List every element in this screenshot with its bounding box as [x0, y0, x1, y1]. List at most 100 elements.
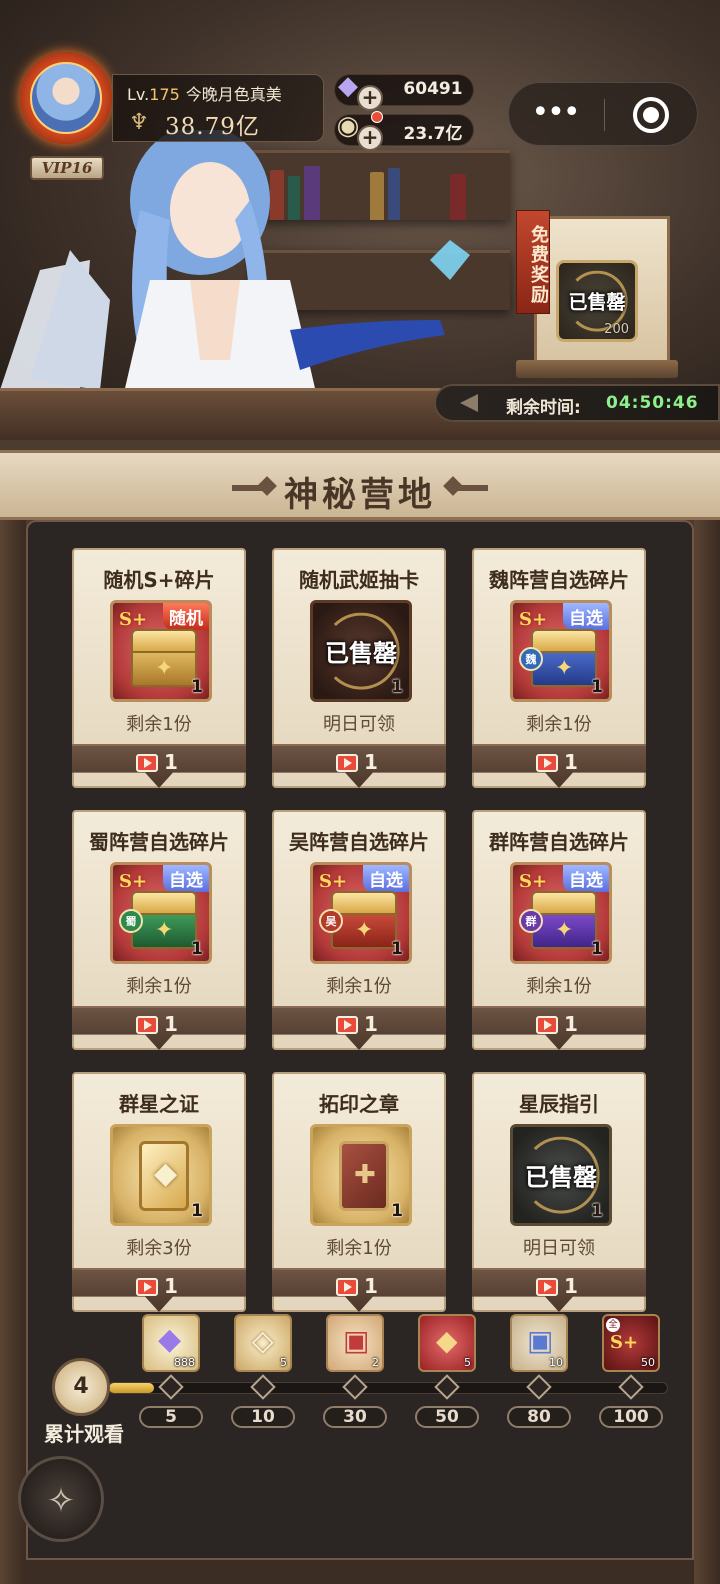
right-pillar: [694, 460, 720, 1584]
video-icon: [536, 1016, 558, 1034]
ad-cost: 1: [164, 1012, 178, 1036]
item-slot: S+ 自选 蜀 1: [110, 862, 212, 964]
watch-ad-button[interactable]: 1: [472, 1006, 646, 1050]
watch-ad-button[interactable]: 1: [72, 1268, 246, 1312]
item-quantity: 1: [591, 939, 603, 959]
close-miniprogram-icon[interactable]: [633, 97, 669, 133]
card-title: 魏阵营自选碎片: [489, 568, 629, 592]
milestone-reward-crystal-card-icon[interactable]: 5: [234, 1314, 292, 1372]
splus-mark: S+: [119, 871, 148, 892]
card-status: 明日可领: [323, 714, 395, 735]
splus-mark: S+: [319, 871, 348, 892]
card-title: 群阵营自选碎片: [489, 830, 629, 854]
compass-icon: ✧: [46, 1481, 76, 1521]
item-ribbon: 自选: [163, 865, 209, 892]
free-reward-item: 已售罄 200: [556, 260, 638, 342]
gems-value: 60491: [403, 79, 463, 99]
shop-card[interactable]: 群星之证 1 剩余3份 1: [72, 1072, 246, 1312]
power-icon: ♆: [129, 110, 149, 135]
shop-card[interactable]: 蜀阵营自选碎片 S+ 自选 蜀 1 剩余1份 1: [72, 810, 246, 1050]
player-avatar[interactable]: [20, 52, 112, 144]
watch-ad-button[interactable]: 1: [72, 744, 246, 788]
watch-ad-button[interactable]: 1: [272, 1006, 446, 1050]
item-slot: S+ 自选 群 1: [510, 862, 612, 964]
watch-progress: 888 5 2 5 10 全 50 5 10 30 50 80 100: [28, 1314, 696, 1434]
card-status: 明日可领: [523, 1238, 595, 1259]
milestone-label: 100: [599, 1406, 663, 1428]
milestone-reward-diamond-icon[interactable]: 888: [142, 1314, 200, 1372]
more-icon[interactable]: •••: [529, 95, 581, 135]
free-reward[interactable]: 免费奖励 已售罄 200: [516, 210, 678, 380]
milestone-node: [526, 1374, 552, 1400]
crystal-card-icon: [139, 1141, 189, 1211]
add-gems-button[interactable]: +: [357, 85, 383, 111]
reward-qty: 50: [641, 1356, 655, 1369]
countdown-bar: 剩余时间: 04:50:46: [434, 384, 720, 422]
watch-ad-button[interactable]: 1: [272, 744, 446, 788]
milestone-label: 80: [507, 1406, 571, 1428]
video-icon: [336, 1278, 358, 1296]
milestone-node: [434, 1374, 460, 1400]
watch-ad-button[interactable]: 1: [272, 1268, 446, 1312]
card-grid: 随机S+碎片 S+ 随机 1 剩余1份 1 随机武姬抽卡 已售罄 1: [26, 520, 694, 1560]
shop-card[interactable]: 群阵营自选碎片 S+ 自选 群 1 剩余1份 1: [472, 810, 646, 1050]
miniprogram-capsule: •••: [508, 82, 698, 146]
soldout-stamp: 已售罄: [568, 291, 626, 314]
milestone-label: 10: [231, 1406, 295, 1428]
reward-qty: 5: [464, 1356, 471, 1369]
milestone-label: 5: [139, 1406, 203, 1428]
card-status: 剩余1份: [326, 976, 392, 997]
level-number: 175: [149, 85, 180, 104]
progress-fill: [109, 1383, 154, 1393]
milestone-reward-red-card-icon[interactable]: 5: [418, 1314, 476, 1372]
item-ribbon: 随机: [163, 603, 209, 630]
all-corner-badge: 全: [606, 1318, 620, 1332]
splus-mark: S+: [119, 609, 148, 630]
watch-ad-button[interactable]: 1: [472, 744, 646, 788]
ad-cost: 1: [564, 1012, 578, 1036]
milestone-reward-splus-icon[interactable]: 全 50: [602, 1314, 660, 1372]
notification-dot: [371, 111, 383, 123]
level-prefix: Lv.: [127, 85, 150, 104]
card-title: 吴阵营自选碎片: [289, 830, 429, 854]
shop-title: 神秘营地: [284, 475, 436, 515]
item-quantity: 1: [191, 1201, 203, 1221]
shop-card[interactable]: 魏阵营自选碎片 S+ 自选 魏 1 剩余1份 1: [472, 548, 646, 788]
reward-qty: 10: [549, 1356, 563, 1369]
card-status: 剩余1份: [126, 976, 192, 997]
milestone-node: [158, 1374, 184, 1400]
gold-chest-icon: [131, 629, 197, 687]
item-quantity: 1: [191, 677, 203, 697]
card-title: 随机S+碎片: [103, 568, 215, 592]
soldout-stamp: 已售罄: [325, 639, 397, 668]
player-info-panel[interactable]: Lv.175 今晚月色真美 ♆ 38.79亿: [112, 74, 324, 142]
item-quantity: 1: [191, 939, 203, 959]
faction-badge: 蜀: [119, 909, 143, 933]
watch-count: 4: [52, 1358, 110, 1416]
shop-card[interactable]: 星辰指引 已售罄 1 明日可领 1: [472, 1072, 646, 1312]
ad-cost: 1: [564, 750, 578, 774]
reward-qty: 2: [372, 1356, 379, 1369]
shop-card[interactable]: 随机武姬抽卡 已售罄 1 明日可领 1: [272, 548, 446, 788]
card-title: 星辰指引: [519, 1092, 599, 1116]
add-coins-button[interactable]: +: [357, 125, 383, 151]
watch-count-badge: 4: [52, 1358, 110, 1416]
milestone-reward-blue-chest-icon[interactable]: 10: [510, 1314, 568, 1372]
left-pillar: [0, 460, 26, 1584]
soldout-stamp: 已售罄: [525, 1163, 597, 1192]
shop-card[interactable]: 拓印之章 1 剩余1份 1: [272, 1072, 446, 1312]
shop-card[interactable]: 随机S+碎片 S+ 随机 1 剩余1份 1: [72, 548, 246, 788]
milestone-label: 50: [415, 1406, 479, 1428]
card-status: 剩余1份: [126, 714, 192, 735]
shop-card[interactable]: 吴阵营自选碎片 S+ 自选 吴 1 剩余1份 1: [272, 810, 446, 1050]
watch-ad-button[interactable]: 1: [72, 1006, 246, 1050]
item-slot: S+ 自选 吴 1: [310, 862, 412, 964]
card-status: 剩余1份: [526, 714, 592, 735]
item-ribbon: 自选: [363, 865, 409, 892]
watch-ad-button[interactable]: 1: [472, 1268, 646, 1312]
milestone-label: 30: [323, 1406, 387, 1428]
back-button[interactable]: ✧: [18, 1456, 104, 1542]
milestone-reward-chest-icon[interactable]: 2: [326, 1314, 384, 1372]
faction-badge: 吴: [319, 909, 343, 933]
player-power: 38.79亿: [165, 114, 260, 140]
